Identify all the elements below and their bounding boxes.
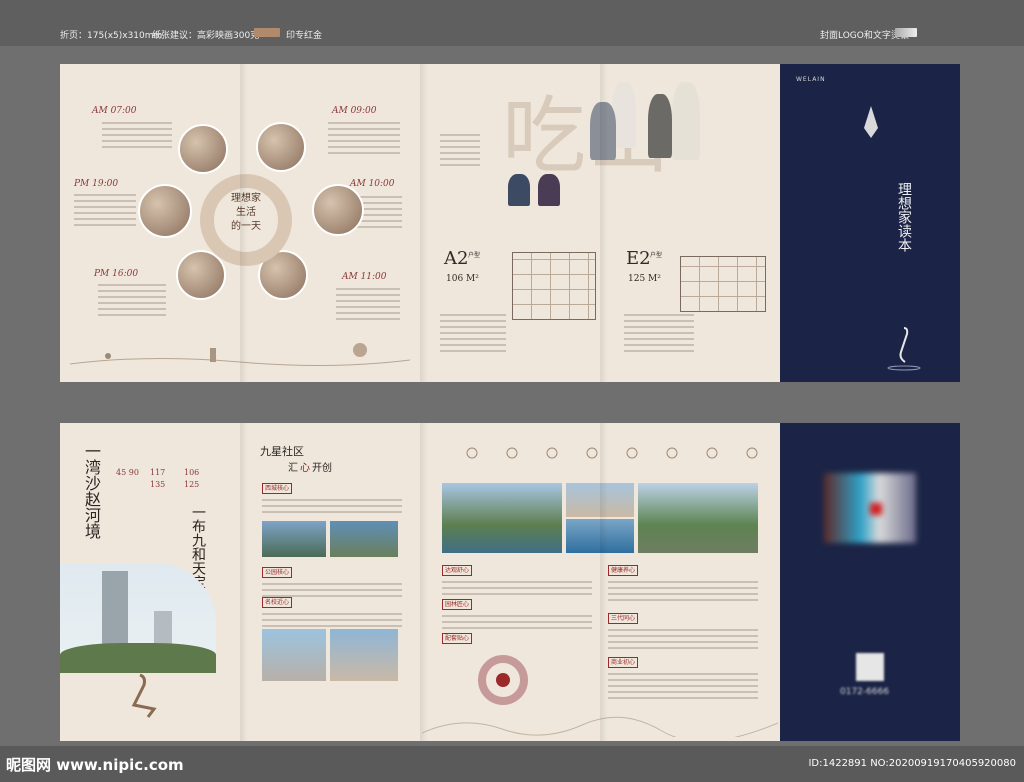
gold-swatch — [254, 28, 280, 37]
feature-tag: 公园核心 — [262, 567, 293, 578]
section-sub: 汇 — [288, 463, 298, 474]
community-panel: 九星社区 汇 心 开创 西城核心 公园核心 名校近心 — [240, 423, 420, 741]
location-map — [824, 473, 916, 543]
section-sub: 开创 — [312, 463, 332, 474]
aerial-photo — [262, 521, 326, 557]
logo-icon — [864, 106, 878, 138]
vertical-slogan-left: 一湾沙赵河境 — [82, 443, 101, 539]
watermark-site: 昵图网 www.nipic.com — [6, 756, 184, 774]
family-figure — [648, 94, 672, 158]
schedule-time: PM 19:00 — [74, 179, 119, 189]
decorative-calligraphy: 吃山 — [502, 87, 671, 185]
family-figure — [508, 174, 530, 206]
aerial-photo — [330, 521, 398, 557]
amenity-icon-row — [466, 447, 758, 459]
silver-swatch — [895, 28, 917, 37]
watermark-bar: 昵图网 www.nipic.com ID:1422891 NO:20200919… — [0, 746, 1024, 782]
garden-photo — [442, 483, 562, 553]
watermark-id: ID:1422891 NO:20200919170405920080 — [808, 758, 1016, 769]
unit-e-suffix: 户型 — [650, 252, 663, 259]
unit-e-floorplan — [680, 256, 766, 312]
gold-note-text: 印专红金 — [286, 31, 323, 41]
unit-e-name: E2 — [626, 248, 651, 269]
feature-tag: 商业初心 — [608, 657, 639, 668]
school-photo — [262, 629, 326, 681]
paper-note-text: 纸张建议：高彩映画300克 — [152, 31, 260, 41]
unit-a-name: A2 — [444, 248, 469, 269]
cover-slogan: 理想家读本 — [896, 182, 912, 252]
lifestyle-photo — [138, 184, 192, 238]
schedule-time: AM 10:00 — [350, 179, 395, 189]
unit-a-floorplan — [512, 252, 596, 320]
intro-panel: 一湾沙赵河境 45 90 117 135 106 125 一布九和天宝 — [60, 423, 240, 741]
brochure-outside-sheet: 一湾沙赵河境 45 90 117 135 106 125 一布九和天宝 九星社区… — [60, 423, 960, 741]
feature-tag: 达观舒心 — [442, 565, 473, 576]
feature-tag: 名校近心 — [262, 597, 293, 608]
schedule-time: AM 11:00 — [342, 272, 387, 282]
schedule-time: AM 09:00 — [332, 106, 377, 116]
back-cover-panel: 0172-6666 — [780, 423, 960, 741]
feature-tag: 健康养心 — [608, 565, 639, 576]
brand-name: WELAIN — [796, 76, 826, 83]
brochure-inside-sheet: AM 07:00 PM 19:00 PM 16:00 AM 09:00 AM 1… — [60, 64, 960, 382]
unit-a-area: 106 M² — [446, 274, 479, 284]
fold-size-text: 折页：175(x5)x310mm — [60, 31, 163, 41]
pie-center — [496, 673, 510, 687]
qr-code — [856, 653, 884, 681]
stat-block: 106 125 — [184, 468, 200, 489]
feature-tag: 三代同心 — [608, 613, 639, 624]
phone-number: 0172-6666 — [840, 687, 890, 697]
unit-e-area: 125 M² — [628, 274, 661, 284]
lifestyle-photo — [312, 184, 364, 236]
lifestyle-photo — [178, 124, 228, 174]
unit-a-suffix: 户型 — [468, 252, 481, 259]
stat-block: 117 135 — [150, 468, 166, 489]
section-title: 九星社区 — [260, 445, 304, 458]
schedule-time: AM 07:00 — [92, 106, 137, 116]
section-sub-highlight: 心 — [300, 463, 310, 474]
schedule-time: PM 16:00 — [94, 269, 139, 279]
feature-tag: 西城核心 — [262, 483, 293, 494]
heron-icon — [887, 327, 921, 371]
print-spec-bar: 折页：175(x5)x310mm 纸张建议：高彩映画300克 印专红金 封面LO… — [0, 0, 1024, 46]
family-figure — [672, 82, 700, 160]
feature-tag: 配套贴心 — [442, 633, 473, 644]
cover-panel: WELAIN 理想家读本 — [780, 64, 960, 382]
lifestyle-photo — [256, 122, 306, 172]
stat-block: 45 90 — [116, 468, 139, 477]
feature-tag: 园林匠心 — [442, 599, 473, 610]
crane-icon — [131, 673, 157, 718]
school-photo — [330, 629, 398, 681]
garden-photo — [638, 483, 758, 553]
building-photo — [60, 563, 216, 673]
family-figure — [538, 174, 560, 206]
